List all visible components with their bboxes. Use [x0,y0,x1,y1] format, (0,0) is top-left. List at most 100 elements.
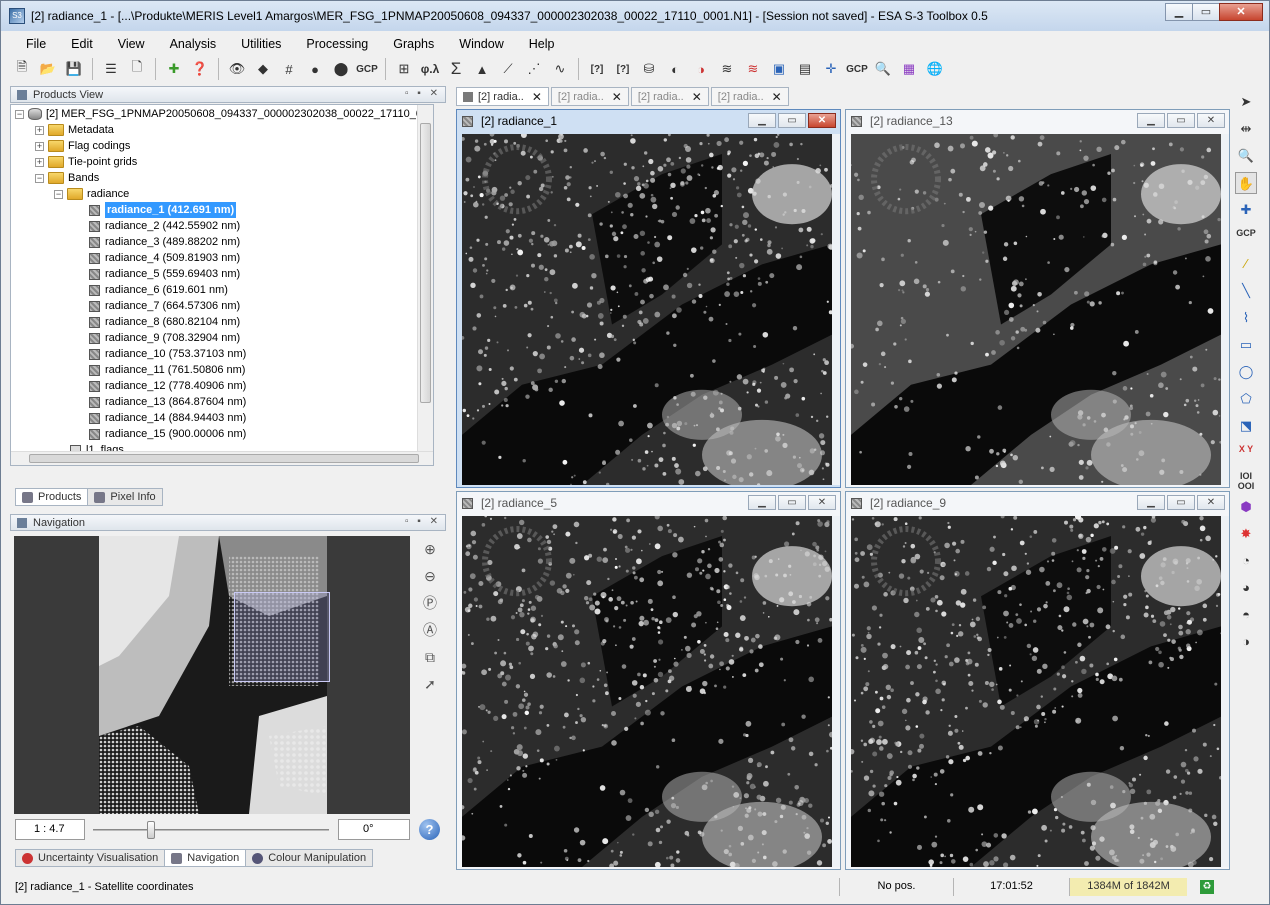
maximize-button[interactable]: ▭ [778,113,806,128]
close-button[interactable]: ✕ [1219,3,1263,21]
pan-tool-icon[interactable]: ✋ [1235,172,1257,194]
tab-navigation[interactable]: Navigation [164,849,247,867]
band-maths-icon[interactable]: ⊞ [393,58,415,80]
doc-tab[interactable]: [2] radia.. ✕ [456,87,549,106]
close-button[interactable]: ✕ [1197,113,1225,128]
image-view-radiance-5[interactable]: [2] radiance_5 ▁ ▭ ✕ [456,491,841,870]
info-icon[interactable]: [?] [586,58,608,80]
expand-icon[interactable]: + [35,125,44,135]
gcp-tool-icon[interactable]: GCP [1235,226,1257,248]
menu-utilities[interactable]: Utilities [224,37,289,51]
zoom-slider-track[interactable] [93,829,329,831]
globe-icon[interactable]: 🌐 [924,58,946,80]
menu-edit[interactable]: Edit [54,37,101,51]
panel-controls[interactable]: ▫ ▪ ✕ [405,516,441,527]
tree-row-band[interactable]: radiance_9 (708.32904 nm) [89,330,240,346]
tab-pixel-info[interactable]: Pixel Info [87,488,163,506]
navigation-overview[interactable] [14,536,410,814]
save-product-icon[interactable]: 💾 [63,58,85,80]
magnifier-icon[interactable]: 🔍 [872,58,894,80]
insert-vertex-icon[interactable]: ⬔ [1235,415,1257,437]
tree-row-band[interactable]: radiance_11 (761.50806 nm) [89,362,245,378]
minimize-button[interactable]: ▁ [748,495,776,510]
help-icon[interactable]: ❓ [189,58,211,80]
tree-horizontal-scrollbar[interactable] [11,451,433,465]
rectangle-tool-icon[interactable]: ▭ [1235,334,1257,356]
image-view-radiance-13[interactable]: [2] radiance_13 ▁ ▭ ✕ [845,109,1230,488]
geocoding-icon[interactable]: φ.λ [419,58,441,80]
tree-row-band[interactable]: radiance_8 (680.82104 nm) [89,314,240,330]
memory-indicator[interactable]: 1384M of 1842M [1069,878,1187,896]
zoom-tool-icon[interactable]: 🔍 [1235,145,1257,167]
satellite-image[interactable] [462,516,832,867]
collapse-icon[interactable]: − [15,109,24,119]
polyline-tool-icon[interactable]: ⌇ [1235,307,1257,329]
close-tab-icon[interactable]: ✕ [612,90,622,104]
export-icon[interactable]: 🗋 [126,58,148,80]
tab-uncertainty[interactable]: Uncertainty Visualisation [15,849,166,867]
line-tool-icon[interactable]: ╲ [1235,280,1257,302]
layer-icon[interactable]: ● [304,58,326,80]
layers-icon[interactable]: ≋ [716,58,738,80]
tree-row-radiance-folder[interactable]: − radiance [54,186,129,202]
sync-views-icon[interactable]: ⧉ [419,646,441,668]
scrollbar-thumb[interactable] [420,123,431,403]
gcp-manager-icon[interactable]: GCP [846,58,868,80]
menu-window[interactable]: Window [442,37,511,51]
close-button[interactable]: ✕ [1197,495,1225,510]
pixel-info-icon[interactable]: ▤ [794,58,816,80]
viewport-rectangle[interactable] [234,592,330,682]
close-tab-icon[interactable]: ✕ [772,90,782,104]
gc-icon[interactable]: ♻ [1187,878,1227,896]
collapse-icon[interactable]: − [35,173,44,183]
tree-row-band[interactable]: radiance_14 (884.94403 nm) [89,410,246,426]
zoom-slider-thumb[interactable] [147,821,155,839]
info-icon-2[interactable]: [?] [612,58,634,80]
tree-vertical-scrollbar[interactable] [417,105,433,465]
close-button[interactable]: ✕ [808,495,836,510]
color-icon[interactable]: ◑ [690,58,712,80]
satellite-image[interactable] [462,134,832,485]
expand-icon[interactable]: + [35,157,44,167]
layers-red-icon[interactable]: ≋ [742,58,764,80]
image-scrollbar[interactable] [1221,134,1229,485]
zoom-out-icon[interactable]: ⊖ [419,565,441,587]
zoom-in-icon[interactable]: ⊕ [419,538,441,560]
tree-row-band[interactable]: radiance_5 (559.69403 nm) [89,266,240,282]
tree-row-band[interactable]: radiance_7 (664.57306 nm) [89,298,240,314]
rotation-field[interactable]: 0° [338,819,410,840]
statistics-icon[interactable]: Σ [445,58,467,80]
plugin-icon[interactable]: ✚ [163,58,185,80]
expand-icon[interactable]: + [35,141,44,151]
close-button[interactable]: ✕ [808,113,836,128]
tree-row-band[interactable]: radiance_6 (619.601 nm) [89,282,228,298]
histogram-icon[interactable]: ▲ [471,58,493,80]
cluster-icon[interactable]: ⬢ [1235,496,1257,518]
doc-tab[interactable]: [2] radia.. ✕ [710,87,789,106]
zoom-all-icon[interactable]: Ⓐ [419,619,441,641]
collapse-icon[interactable]: − [54,189,63,199]
gcp-icon[interactable]: GCP [356,58,378,80]
satellite-image[interactable] [851,516,1221,867]
properties-icon[interactable]: ☰ [100,58,122,80]
satellite-image[interactable] [851,134,1221,485]
minimize-button[interactable]: ▁ [748,113,776,128]
maximize-button[interactable]: ▭ [1167,495,1195,510]
tree-row-tie-point-grids[interactable]: + Tie-point grids [35,154,137,170]
binary-tool-icon[interactable]: IOI OOI [1235,469,1257,491]
star-icon[interactable]: ✸ [1235,523,1257,545]
tree-row-band[interactable]: radiance_10 (753.37103 nm) [89,346,246,362]
maximize-button[interactable]: ▭ [778,495,806,510]
image-scrollbar[interactable] [832,134,840,485]
menu-graphs[interactable]: Graphs [376,37,442,51]
scale-field[interactable]: 1 : 4.7 [15,819,85,840]
range-finder-icon[interactable]: ⇹ [1235,118,1257,140]
panel-controls[interactable]: ▫ ▪ ✕ [405,88,441,99]
menu-analysis[interactable]: Analysis [153,37,225,51]
time-settings-icon[interactable]: ◑ [1235,631,1257,653]
ellipse-tool-icon[interactable]: ◯ [1235,361,1257,383]
doc-tab[interactable]: [2] radia.. ✕ [550,87,629,106]
image-scrollbar[interactable] [1221,516,1229,867]
sync-cursor-icon[interactable]: ➚ [419,673,441,695]
time-export-icon[interactable]: ◓ [1235,604,1257,626]
